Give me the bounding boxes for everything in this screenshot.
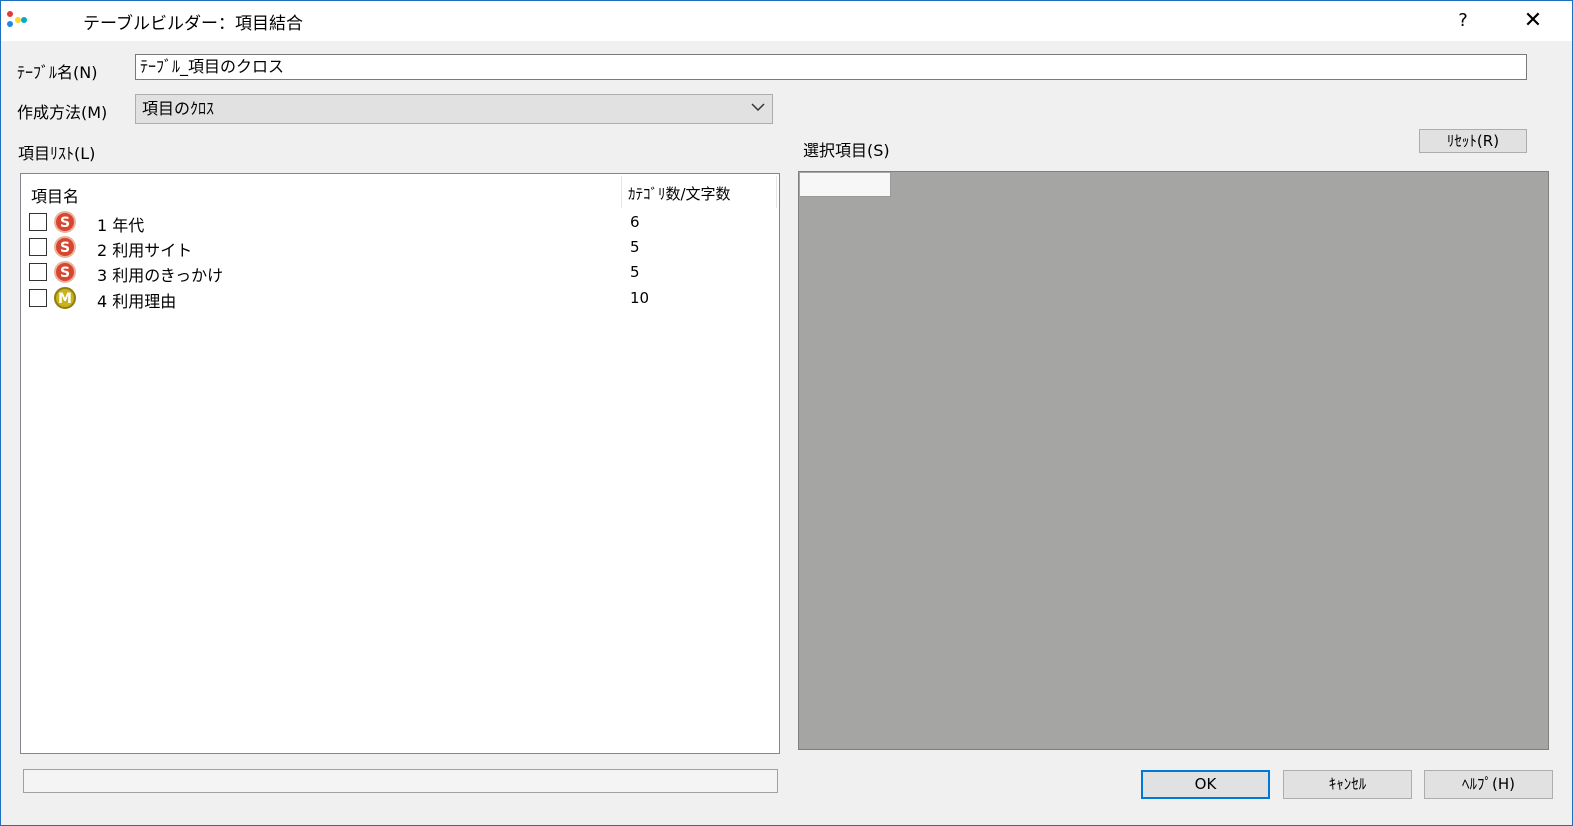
single-answer-icon: S — [54, 211, 76, 233]
table-name-label: ﾃｰﾌﾞﾙ名(N) — [17, 63, 98, 82]
item-list-header: 項目名 ｶﾃｺﾞﾘ数/文字数 — [21, 174, 777, 208]
progress-bar — [23, 769, 778, 793]
method-select-value: 項目のｸﾛｽ — [142, 99, 215, 118]
help-icon[interactable]: ? — [1441, 5, 1485, 37]
title-bar: テーブルビルダー：項目結合 ? ✕ — [1, 1, 1572, 41]
app-icon — [7, 11, 31, 31]
item-list[interactable]: 項目名 ｶﾃｺﾞﾘ数/文字数 S 1 年代 6 S 2 利用サイト 5 S 3 … — [20, 173, 780, 754]
ok-button[interactable]: OK — [1141, 770, 1270, 799]
item-list-label: 項目ﾘｽﾄ(L) — [18, 144, 96, 163]
method-select[interactable]: 項目のｸﾛｽ — [135, 94, 773, 124]
item-checkbox[interactable] — [29, 238, 47, 256]
cancel-button[interactable]: ｷｬﾝｾﾙ — [1283, 770, 1412, 799]
list-item[interactable]: M 4 利用理由 10 — [21, 286, 777, 311]
multi-answer-icon: M — [54, 287, 76, 309]
column-header-category-count[interactable]: ｶﾃｺﾞﾘ数/文字数 — [628, 183, 731, 204]
list-item[interactable]: S 1 年代 6 — [21, 210, 777, 235]
method-label: 作成方法(M) — [17, 103, 108, 122]
help-button[interactable]: ﾍﾙﾌﾟ(H) — [1424, 770, 1553, 799]
dialog-window: テーブルビルダー：項目結合 ? ✕ ﾃｰﾌﾞﾙ名(N) ﾃｰﾌﾞﾙ_項目のクロス… — [0, 0, 1573, 826]
item-name: 2 利用サイト — [97, 241, 193, 260]
list-item[interactable]: S 2 利用サイト 5 — [21, 235, 777, 260]
item-name: 3 利用のきっかけ — [97, 266, 224, 285]
item-count: 6 — [630, 213, 640, 231]
item-name: 4 利用理由 — [97, 292, 177, 311]
selected-items-label: 選択項目(S) — [803, 141, 890, 160]
single-answer-icon: S — [54, 236, 76, 258]
item-count: 5 — [630, 238, 640, 256]
chevron-down-icon — [751, 103, 765, 112]
item-checkbox[interactable] — [29, 289, 47, 307]
close-icon[interactable]: ✕ — [1511, 5, 1555, 37]
item-name: 1 年代 — [97, 216, 145, 235]
item-count: 10 — [630, 289, 650, 307]
item-checkbox[interactable] — [29, 263, 47, 281]
item-count: 5 — [630, 263, 640, 281]
table-name-input[interactable]: ﾃｰﾌﾞﾙ_項目のクロス — [135, 54, 1527, 80]
single-answer-icon: S — [54, 261, 76, 283]
item-checkbox[interactable] — [29, 213, 47, 231]
window-title: テーブルビルダー：項目結合 — [83, 14, 303, 34]
selected-items-grid[interactable] — [798, 171, 1549, 750]
list-item[interactable]: S 3 利用のきっかけ 5 — [21, 260, 777, 285]
reset-button[interactable]: ﾘｾｯﾄ(R) — [1419, 129, 1527, 153]
column-header-item-name[interactable]: 項目名 — [31, 183, 79, 207]
grid-corner-cell[interactable] — [800, 173, 891, 197]
